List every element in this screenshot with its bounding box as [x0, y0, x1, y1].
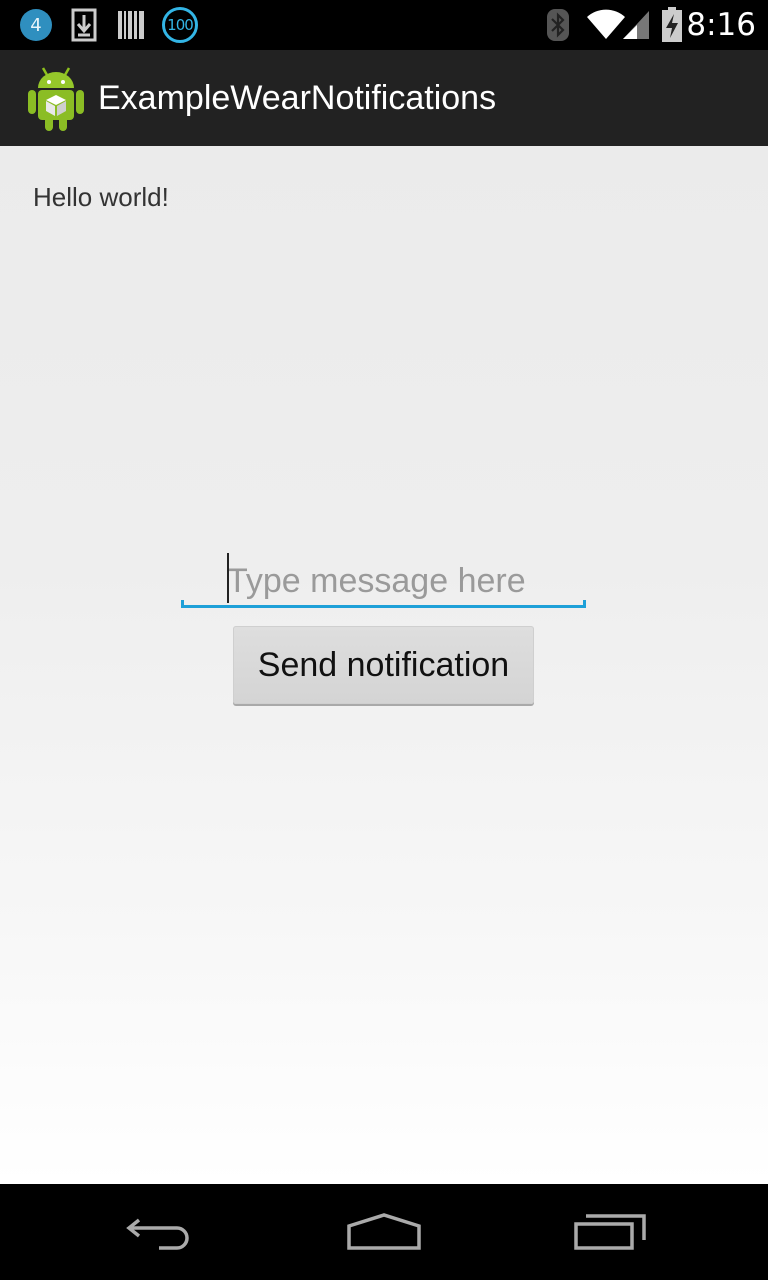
text-cursor: [227, 553, 229, 603]
action-bar: ExampleWearNotifications: [0, 50, 768, 152]
app-title: ExampleWearNotifications: [98, 79, 497, 117]
recents-icon[interactable]: [550, 1184, 670, 1280]
navigation-bar: [0, 1184, 768, 1280]
battery-100-icon: 100: [162, 0, 198, 50]
input-underline-right-tick: [583, 600, 586, 608]
battery-charging-icon: [660, 0, 684, 50]
home-icon[interactable]: [324, 1184, 444, 1280]
message-input[interactable]: [181, 550, 586, 608]
wifi-icon: [586, 0, 626, 50]
main-content: Hello world! Send notification: [0, 146, 768, 1184]
barcode-icon: [117, 0, 145, 50]
send-notification-button[interactable]: Send notification: [233, 626, 534, 704]
back-icon[interactable]: [100, 1184, 220, 1280]
android-app-icon[interactable]: [26, 64, 86, 132]
status-clock: 8:16: [686, 7, 756, 43]
notification-count: 4: [20, 9, 52, 41]
status-bar: 4 100 8:16: [0, 0, 768, 50]
bluetooth-icon: [546, 0, 570, 50]
hello-text: Hello world!: [33, 182, 169, 212]
signal-icon: [622, 0, 650, 50]
battery-badge: 100: [162, 7, 198, 43]
message-field[interactable]: [181, 550, 586, 608]
input-underline-left-tick: [181, 600, 184, 608]
notification-count-icon: 4: [20, 0, 52, 50]
download-icon: [70, 0, 98, 50]
input-underline: [181, 605, 586, 608]
